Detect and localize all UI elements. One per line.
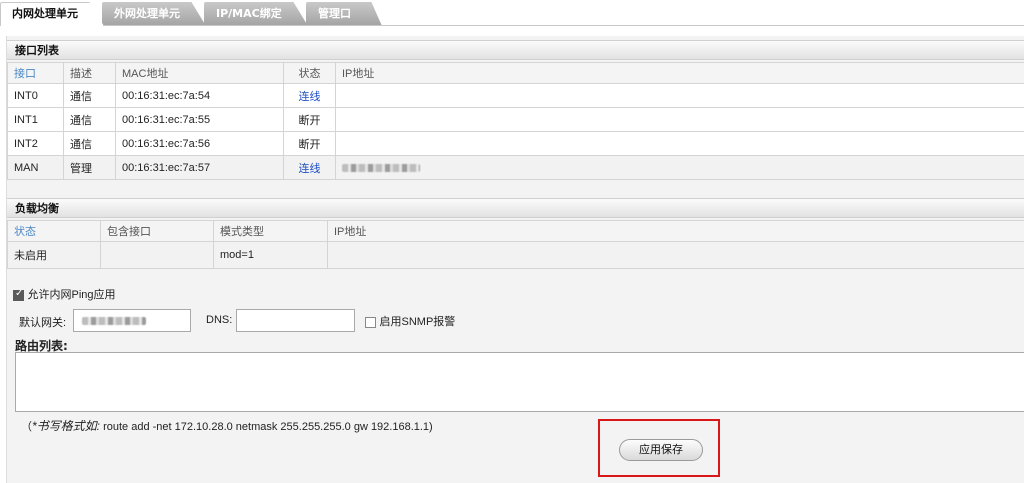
column-header[interactable]: 接口: [7, 62, 64, 84]
column-header[interactable]: 描述: [63, 62, 116, 84]
gateway-label: 默认网关:: [19, 317, 67, 329]
snmp-label: 启用SNMP报警: [379, 316, 456, 328]
table-row[interactable]: 未启用 mod=1: [7, 241, 1024, 269]
table-header-row: 状态 包含接口 模式类型 IP地址: [7, 220, 1024, 242]
allow-ping-label: 允许内网Ping应用: [27, 289, 116, 301]
column-header[interactable]: 模式类型: [213, 220, 328, 242]
tab-label: 管理口: [318, 7, 351, 20]
lb-interfaces: [100, 241, 214, 269]
redacted-gateway: [82, 317, 146, 325]
column-header[interactable]: IP地址: [327, 220, 1024, 242]
lb-ip: [327, 241, 1024, 269]
interface-desc: 通信: [63, 83, 116, 108]
route-list-textarea[interactable]: [15, 352, 1024, 412]
table-header-row: 接口 描述 MAC地址 状态 IP地址: [7, 62, 1024, 84]
tab-divider: [0, 25, 1024, 26]
dns-label: DNS:: [206, 314, 233, 326]
interface-desc: 通信: [63, 107, 116, 132]
interface-name: MAN: [7, 155, 64, 180]
gateway-input[interactable]: [73, 309, 191, 332]
column-header[interactable]: MAC地址: [115, 62, 284, 84]
content-panel: 接口列表 接口 描述 MAC地址 状态 IP地址 INT0 通信 00:16:3…: [6, 36, 1024, 483]
interface-ip: [335, 83, 1024, 108]
interface-mac: 00:16:31:ec:7a:57: [115, 155, 284, 180]
interface-status: 断开: [283, 131, 336, 156]
dns-input[interactable]: [236, 309, 355, 332]
interface-status-link[interactable]: 连线: [299, 163, 321, 175]
column-header[interactable]: 状态: [283, 62, 336, 84]
tab-label: 内网处理单元: [12, 7, 78, 20]
tab-internal-unit[interactable]: 内网处理单元: [0, 2, 104, 26]
lb-status: 未启用: [7, 241, 101, 269]
interface-status-link[interactable]: 连线: [299, 91, 321, 103]
column-header[interactable]: IP地址: [335, 62, 1024, 84]
hint-prefix: *书写格式如:: [32, 419, 101, 433]
allow-ping-checkbox[interactable]: [13, 288, 24, 301]
hint-example: route add -net 172.10.28.0 netmask 255.2…: [103, 421, 433, 433]
redacted-ip: [342, 163, 420, 172]
interface-list-title: 接口列表: [7, 40, 1024, 60]
apply-save-button[interactable]: 应用保存: [619, 439, 703, 461]
interface-mac: 00:16:31:ec:7a:55: [115, 107, 284, 132]
interface-desc: 管理: [63, 155, 116, 180]
interface-table: 接口 描述 MAC地址 状态 IP地址 INT0 通信 00:16:31:ec:…: [7, 62, 1024, 180]
interface-name: INT0: [7, 83, 64, 108]
interface-mac: 00:16:31:ec:7a:54: [115, 83, 284, 108]
interface-ip: [335, 107, 1024, 132]
interface-status: 断开: [283, 107, 336, 132]
interface-name: INT2: [7, 131, 64, 156]
tab-ip-mac-binding[interactable]: IP/MAC绑定: [204, 2, 308, 26]
table-row[interactable]: INT1 通信 00:16:31:ec:7a:55 断开: [7, 107, 1024, 132]
tab-label: IP/MAC绑定: [216, 7, 282, 20]
load-balance-title: 负载均衡: [7, 198, 1024, 218]
interface-mac: 00:16:31:ec:7a:56: [115, 131, 284, 156]
interface-ip-redacted: [335, 155, 1024, 180]
table-row[interactable]: INT0 通信 00:16:31:ec:7a:54 连线: [7, 83, 1024, 108]
table-row[interactable]: MAN 管理 00:16:31:ec:7a:57 连线: [7, 155, 1024, 180]
allow-ping-row: 允许内网Ping应用: [13, 286, 116, 302]
interface-name: INT1: [7, 107, 64, 132]
route-format-hint: （*书写格式如: route add -net 172.10.28.0 netm…: [21, 417, 433, 434]
tab-management-port[interactable]: 管理口: [306, 2, 382, 26]
tab-label: 外网处理单元: [114, 7, 180, 20]
tab-external-unit[interactable]: 外网处理单元: [102, 2, 206, 26]
lb-mode: mod=1: [213, 241, 328, 269]
table-row[interactable]: INT2 通信 00:16:31:ec:7a:56 断开: [7, 131, 1024, 156]
hint-open-paren: （: [21, 421, 32, 433]
snmp-row: 启用SNMP报警: [365, 313, 455, 329]
column-header[interactable]: 状态: [7, 220, 101, 242]
interface-desc: 通信: [63, 131, 116, 156]
load-balance-table: 状态 包含接口 模式类型 IP地址 未启用 mod=1: [7, 220, 1024, 269]
interface-ip: [335, 131, 1024, 156]
tab-bar: 内网处理单元 外网处理单元 IP/MAC绑定 管理口: [0, 0, 1024, 26]
column-header[interactable]: 包含接口: [100, 220, 214, 242]
snmp-checkbox[interactable]: [365, 316, 376, 328]
settings-area: 允许内网Ping应用 默认网关: DNS: 启用SNMP报警 路由列表: （*书…: [7, 288, 1024, 483]
